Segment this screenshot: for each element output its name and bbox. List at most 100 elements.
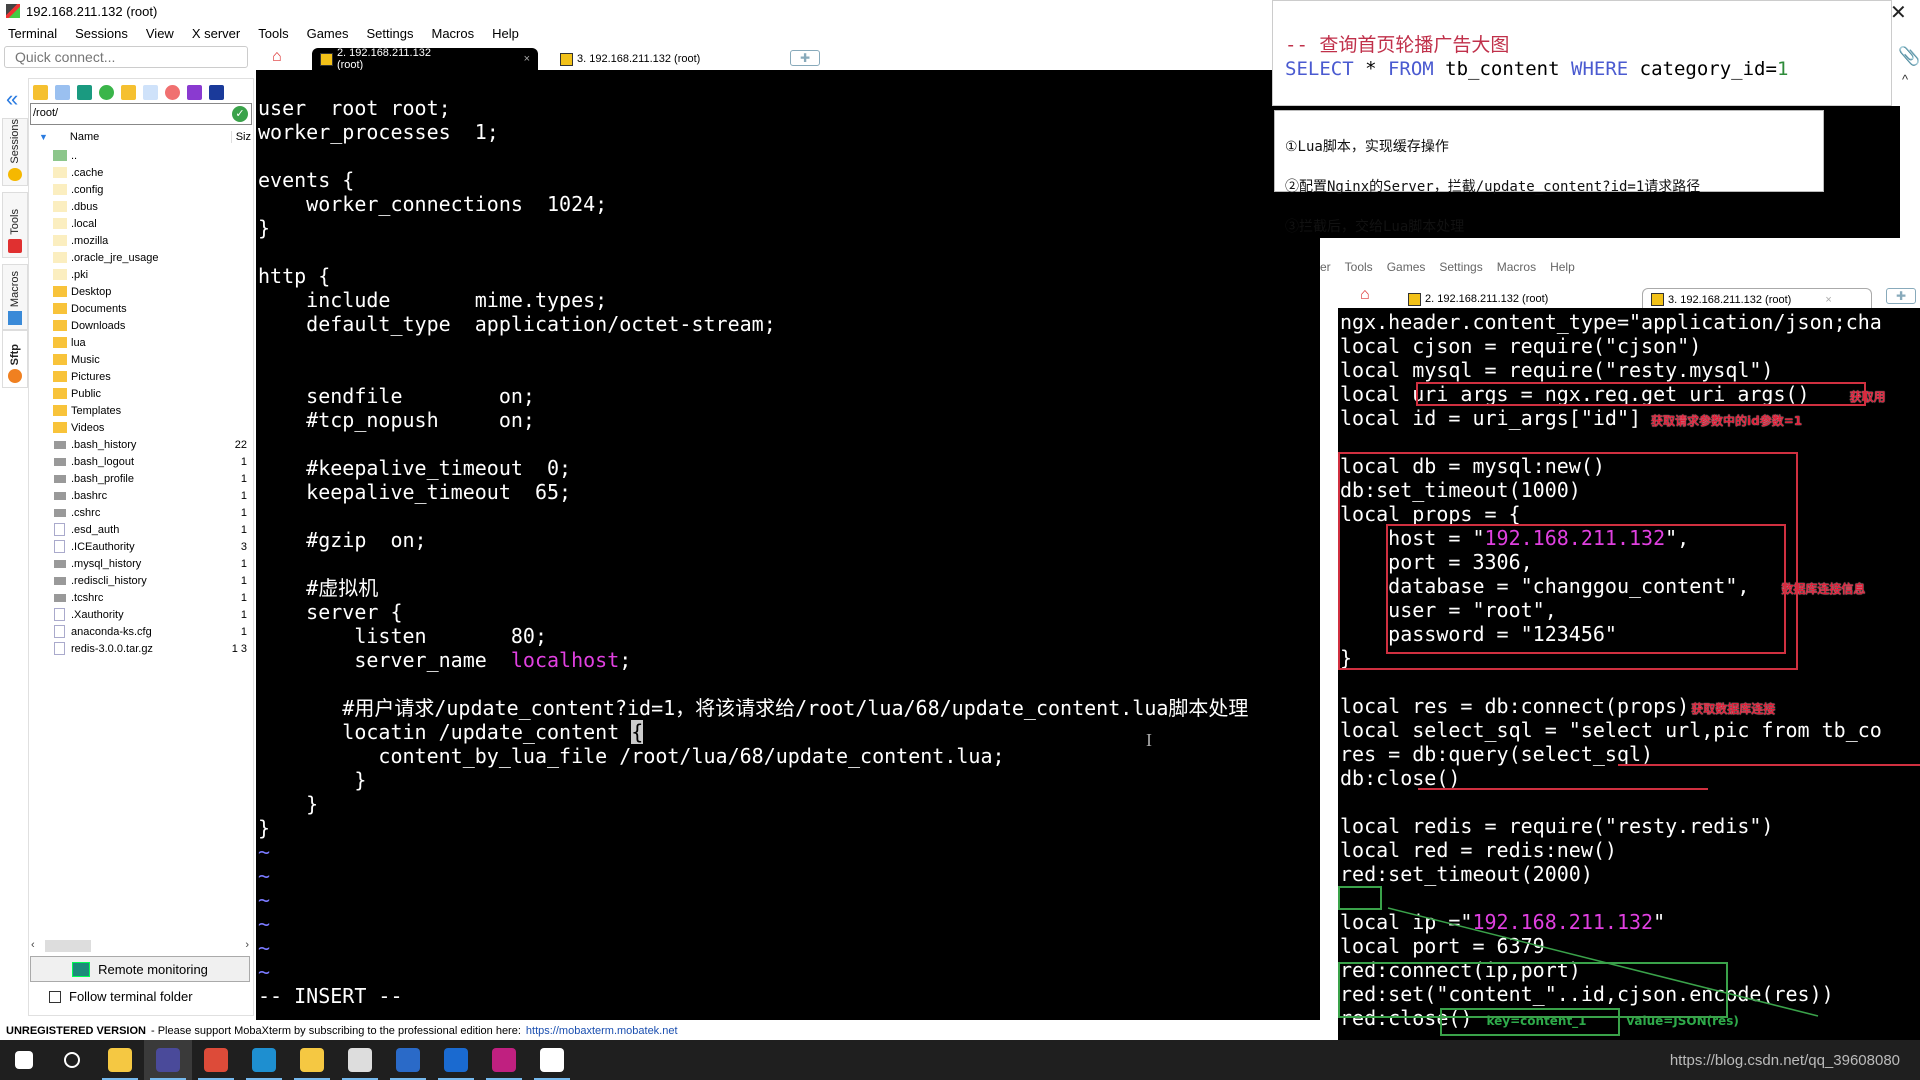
taskbar-app-box[interactable] [240,1040,288,1080]
file-row[interactable]: .dbus [29,198,253,215]
new-file-icon[interactable] [143,84,158,100]
file-row[interactable]: .cshrc 1 [29,504,253,521]
file-row[interactable]: redis-3.0.0.tar.gz 1 3 [29,640,253,657]
file-row[interactable]: .bash_history 22 [29,436,253,453]
menu-macros[interactable]: Macros [423,26,484,41]
file-row[interactable]: .bashrc 1 [29,487,253,504]
taskbar-intellij[interactable] [480,1040,528,1080]
delete-icon[interactable] [165,84,180,100]
side-tab-sessions[interactable]: Sessions [2,118,28,186]
permissions-icon[interactable] [209,84,224,100]
file-row[interactable]: .config [29,181,253,198]
file-row[interactable]: Pictures [29,368,253,385]
file-row[interactable]: Desktop [29,283,253,300]
menu-settings[interactable]: Settings [1439,260,1482,280]
rename-icon[interactable] [187,84,202,100]
file-row[interactable]: .mysql_history 1 [29,555,253,572]
side-tab-sftp[interactable]: Sftp [2,330,28,388]
file-row[interactable]: .ICEauthority 3 [29,538,253,555]
file-row[interactable]: .bash_logout 1 [29,453,253,470]
taskbar-chrome[interactable] [192,1040,240,1080]
collapse-sidebar-icon[interactable]: « [6,86,18,112]
side-tab-macros[interactable]: Macros [2,264,28,330]
mobaxterm-link[interactable]: https://mobaxterm.mobatek.net [526,1025,678,1037]
scroll-thumb[interactable] [45,940,91,952]
side-tab-tools[interactable]: Tools [2,192,28,258]
menu-games[interactable]: Games [299,26,359,41]
terminal-output[interactable]: user root root; worker_processes 1; events… [256,70,1320,1020]
scroll-left-icon[interactable]: ‹ [31,939,35,951]
new-folder-icon[interactable] [121,84,136,100]
confirm-path-icon[interactable]: ✓ [232,106,248,122]
close-tab-icon[interactable]: × [524,53,530,65]
collapse-up-icon[interactable]: ^ [1902,72,1908,87]
file-row[interactable]: .mozilla [29,232,253,249]
taskbar-typora[interactable] [528,1040,576,1080]
remote-monitoring-button[interactable]: Remote monitoring [30,956,250,982]
menu-settings[interactable]: Settings [359,26,424,41]
column-size[interactable]: Siz [230,131,251,143]
download-icon[interactable] [55,84,70,100]
horizontal-scrollbar[interactable]: ‹ › [31,939,251,953]
sftp-path-input[interactable]: /root/✓ [30,103,252,125]
menu-sessions[interactable]: Sessions [67,26,138,41]
file-row[interactable]: anaconda-ks.cfg 1 [29,623,253,640]
close-tab-icon[interactable]: × [1825,294,1831,306]
file-row[interactable]: Public [29,385,253,402]
refresh-icon[interactable] [99,84,114,100]
menu-games[interactable]: Games [1387,260,1426,280]
file-row[interactable]: .Xauthority 1 [29,606,253,623]
taskbar-app-red[interactable] [432,1040,480,1080]
tab-session-3[interactable]: 3. 192.168.211.132 (root) [552,48,782,70]
file-row[interactable]: .esd_auth 1 [29,521,253,538]
lua-code-terminal[interactable]: ngx.header.content_type="application/jso… [1338,308,1920,1040]
follow-folder-checkbox[interactable] [49,990,61,1003]
quick-connect-input[interactable] [4,46,248,68]
scroll-right-icon[interactable]: › [245,939,249,951]
file-row[interactable]: Videos [29,419,253,436]
menu-tools[interactable]: Tools [250,26,298,41]
menu-help[interactable]: Help [1550,260,1575,280]
taskbar-mobaxterm[interactable] [144,1040,192,1080]
file-row[interactable]: Music [29,351,253,368]
parent-folder-icon[interactable] [33,84,48,100]
file-row[interactable]: Downloads [29,317,253,334]
taskbar-app-yellow[interactable] [96,1040,144,1080]
tab-session-3[interactable]: 3. 192.168.211.132 (root) × [1642,288,1872,310]
taskbar-start[interactable] [0,1040,48,1080]
file-row[interactable]: .. [29,147,253,164]
file-row[interactable]: Documents [29,300,253,317]
menu-macros[interactable]: Macros [1497,260,1536,280]
menu-x-server-partial[interactable]: er [1320,260,1331,280]
close-icon[interactable]: ✕ [1890,0,1907,25]
file-row[interactable]: Templates [29,402,253,419]
upload-icon[interactable] [77,84,92,100]
menu-terminal[interactable]: Terminal [0,26,67,41]
taskbar-app-blue[interactable] [384,1040,432,1080]
sort-arrow-icon[interactable]: ▼ [39,132,48,142]
taskbar-settings[interactable] [336,1040,384,1080]
tab-session-2[interactable]: 2. 192.168.211.132 (root) [1400,288,1630,310]
home-tab-icon[interactable]: ⌂ [1360,286,1370,304]
follow-terminal-folder[interactable]: Follow terminal folder [49,989,193,1004]
file-row[interactable]: .local [29,215,253,232]
menu-view[interactable]: View [138,26,184,41]
file-row[interactable]: .pki [29,266,253,283]
new-tab-button[interactable]: ✚ [1886,288,1916,304]
file-row[interactable]: lua [29,334,253,351]
column-name[interactable]: Name [70,131,99,143]
menu-tools[interactable]: Tools [1345,260,1373,280]
file-row[interactable]: .bash_profile 1 [29,470,253,487]
file-row[interactable]: .tcshrc 1 [29,589,253,606]
home-tab-icon[interactable]: ⌂ [272,48,282,66]
new-tab-button[interactable]: ✚ [790,50,820,66]
taskbar-explorer[interactable] [288,1040,336,1080]
file-row[interactable]: .oracle_jre_usage [29,249,253,266]
tab-session-2[interactable]: 2. 192.168.211.132 (root) × [312,47,538,71]
paperclip-icon[interactable]: 📎 [1898,46,1920,67]
file-row[interactable]: .rediscli_history 1 [29,572,253,589]
menu-x-server[interactable]: X server [184,26,250,41]
file-row[interactable]: .cache [29,164,253,181]
menu-help[interactable]: Help [484,26,529,41]
taskbar-cortana[interactable] [48,1040,96,1080]
